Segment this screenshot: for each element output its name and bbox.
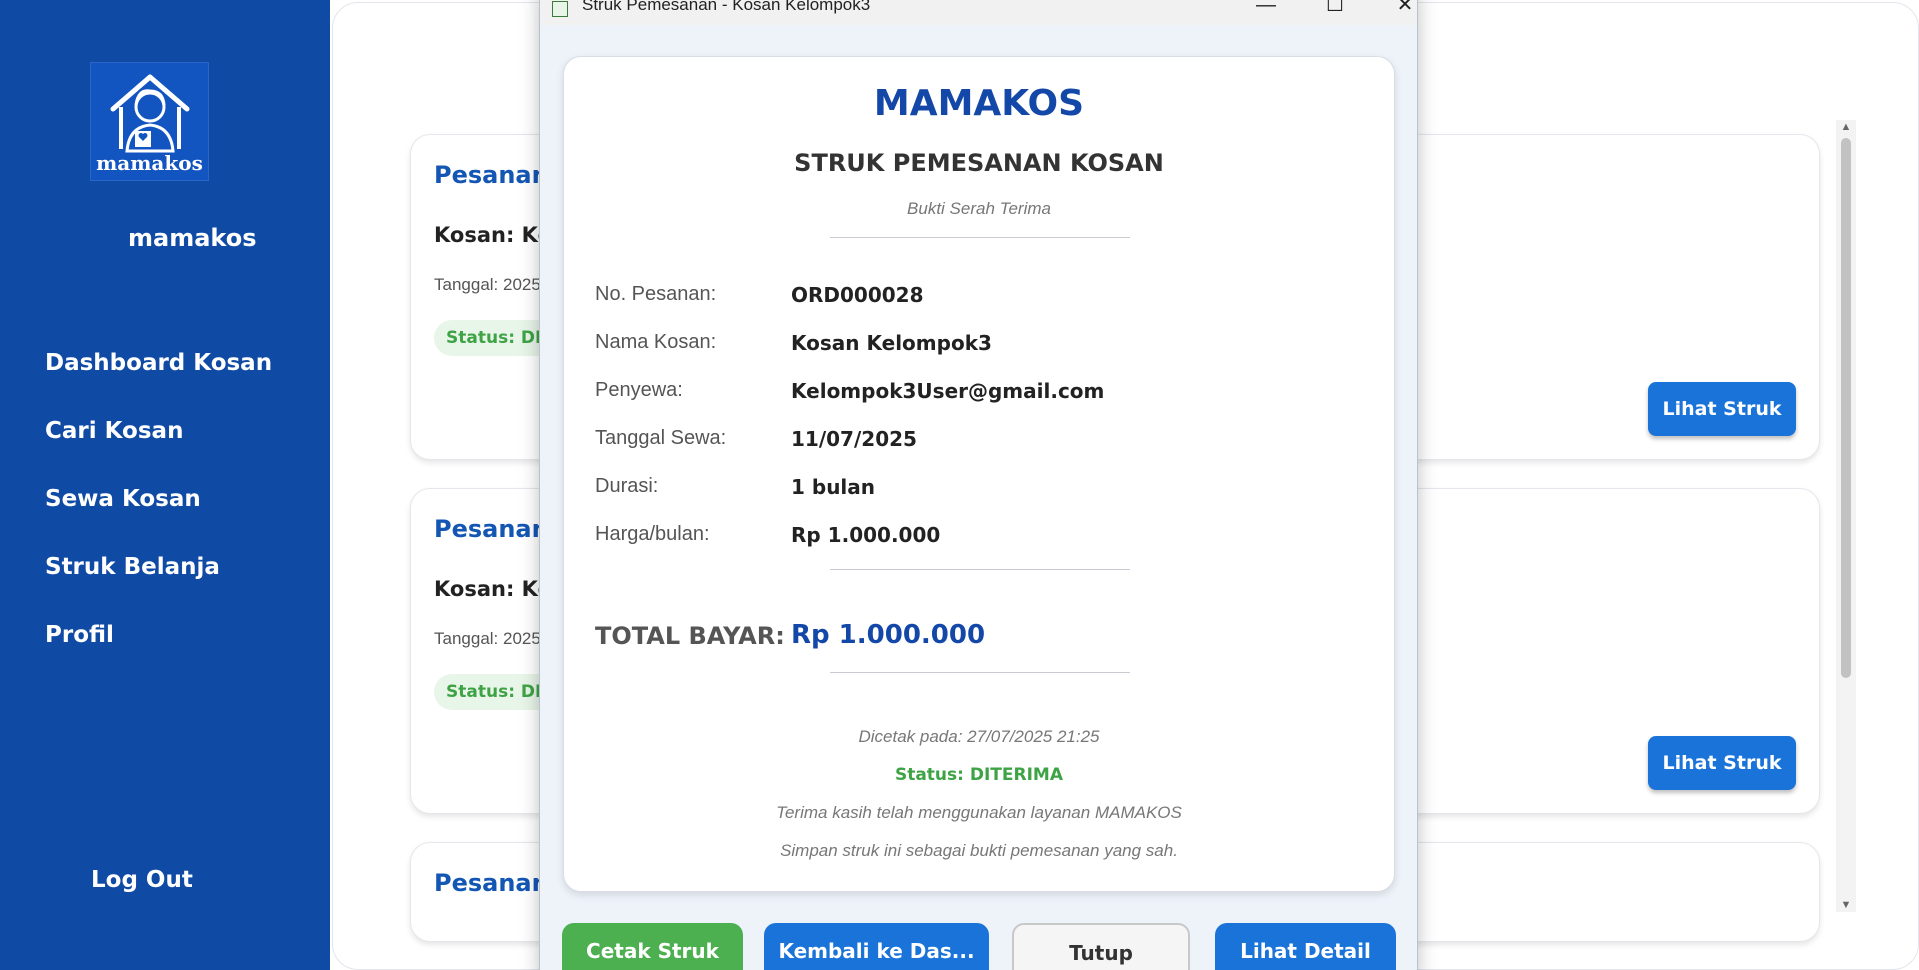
thanks-note: Terima kasih telah menggunakan layanan M… — [776, 803, 1182, 822]
receipt-title: STRUK PEMESANAN KOSAN — [794, 149, 1164, 177]
receipt-card: MAMAKOS STRUK PEMESANAN KOSAN Bukti Sera… — [563, 56, 1395, 892]
row-value: ORD000028 — [791, 283, 924, 307]
printed-timestamp: Dicetak pada: 27/07/2025 21:25 — [858, 727, 1100, 746]
total-label: TOTAL BAYAR: — [595, 622, 785, 650]
close-button[interactable]: Tutup — [1012, 923, 1190, 970]
maximize-icon[interactable]: ☐ — [1312, 0, 1358, 21]
lihat-struk-button[interactable]: Lihat Struk — [1648, 736, 1796, 790]
print-receipt-button[interactable]: Cetak Struk — [562, 923, 743, 970]
close-icon[interactable]: ✕ — [1382, 0, 1428, 21]
receipt-subtitle: Bukti Serah Terima — [907, 199, 1051, 218]
receipt-brand: MAMAKOS — [873, 83, 1085, 124]
row-label: Nama Kosan: — [595, 331, 717, 353]
row-label: Penyewa: — [595, 379, 683, 401]
row-value: Kelompok3User@gmail.com — [791, 379, 1105, 403]
nav-dashboard-kosan[interactable]: Dashboard Kosan — [45, 350, 272, 418]
window-title: Struk Pemesanan - Kosan Kelompok3 — [582, 0, 871, 14]
receipt-status: Status: DITERIMA — [894, 765, 1064, 785]
row-value: 11/07/2025 — [791, 427, 917, 451]
order-date: Tanggal: 2025 — [434, 629, 541, 648]
order-date: Tanggal: 2025 — [434, 275, 541, 294]
sidebar-nav: Dashboard Kosan Cari Kosan Sewa Kosan St… — [45, 350, 272, 690]
sidebar: mamakos mamakos Dashboard Kosan Cari Kos… — [0, 0, 330, 970]
row-value: 1 bulan — [791, 475, 876, 499]
minimize-icon[interactable]: — — [1243, 0, 1289, 21]
row-label: Harga/bulan: — [595, 523, 710, 545]
app-logo: mamakos — [90, 62, 209, 181]
row-value: Rp 1.000.000 — [791, 523, 941, 547]
window-titlebar: Struk Pemesanan - Kosan Kelompok3 — ☐ ✕ — [540, 0, 1417, 25]
keep-note: Simpan struk ini sebagai bukti pemesanan… — [780, 841, 1178, 860]
logout-button[interactable]: Log Out — [91, 867, 193, 893]
nav-profil[interactable]: Profil — [45, 622, 272, 690]
logo-text: mamakos — [96, 151, 203, 175]
row-label: Durasi: — [595, 475, 659, 497]
scroll-up-icon[interactable]: ▲ — [1836, 120, 1856, 134]
divider — [830, 672, 1130, 673]
divider — [830, 569, 1130, 570]
view-detail-button[interactable]: Lihat Detail — [1215, 923, 1396, 970]
scroll-thumb[interactable] — [1841, 138, 1851, 678]
back-to-dashboard-button[interactable]: Kembali ke Das... — [764, 923, 989, 970]
total-value: Rp 1.000.000 — [791, 620, 986, 650]
scrollbar[interactable]: ▲ ▼ — [1836, 120, 1856, 912]
lihat-struk-button[interactable]: Lihat Struk — [1648, 382, 1796, 436]
house-person-icon — [110, 74, 190, 153]
row-label: No. Pesanan: — [595, 283, 717, 305]
app-window-icon — [552, 1, 568, 17]
nav-struk-belanja[interactable]: Struk Belanja — [45, 554, 272, 622]
nav-sewa-kosan[interactable]: Sewa Kosan — [45, 486, 272, 554]
divider — [830, 237, 1130, 238]
row-value: Kosan Kelompok3 — [791, 331, 992, 355]
receipt-window: Struk Pemesanan - Kosan Kelompok3 — ☐ ✕ … — [539, 0, 1418, 970]
brand-name: mamakos — [128, 224, 257, 252]
scroll-down-icon[interactable]: ▼ — [1836, 898, 1856, 912]
row-label: Tanggal Sewa: — [595, 427, 727, 449]
nav-cari-kosan[interactable]: Cari Kosan — [45, 418, 272, 486]
